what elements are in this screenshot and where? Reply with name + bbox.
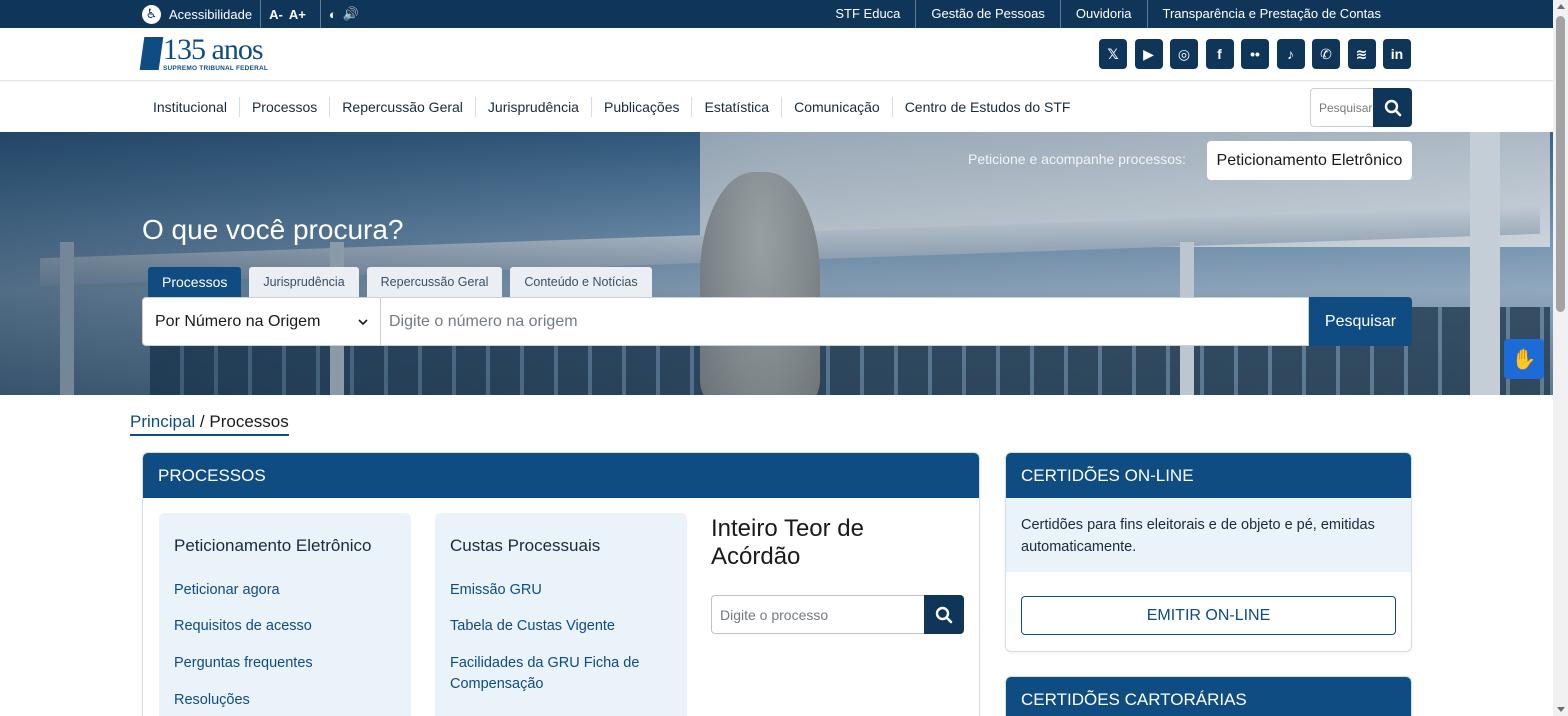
hero-title: O que você procura? — [142, 214, 404, 245]
search-icon — [1384, 99, 1401, 116]
nav-publicacoes[interactable]: Publicações — [590, 97, 692, 117]
sign-language-icon[interactable]: ✋ — [1504, 339, 1544, 379]
nav-centro-estudos[interactable]: Centro de Estudos do STF — [891, 97, 1083, 117]
top-bar: ♿ Acessibilidade A- A+ ◐ 🔊 STF Educa Ges… — [0, 0, 1553, 28]
scroll-down-icon[interactable] — [1557, 707, 1565, 712]
nav-search-input[interactable]: Pesquisar — [1310, 88, 1373, 127]
tab-processos[interactable]: Processos — [148, 267, 242, 297]
breadcrumb-separator: / — [195, 412, 210, 431]
divider — [319, 0, 321, 28]
scrollbar-thumb[interactable] — [1556, 16, 1565, 312]
peticionamento-button[interactable]: Peticionamento Eletrônico — [1207, 141, 1412, 180]
top-links: STF Educa Gestão de Pessoas Ouvidoria Tr… — [820, 0, 1396, 28]
instagram-icon[interactable]: ◎ — [1170, 39, 1198, 69]
accessibility-link[interactable]: Acessibilidade — [169, 7, 252, 22]
search-tabs: Processos Jurisprudência Repercussão Ger… — [148, 267, 660, 297]
spotify-icon[interactable]: ≋ — [1347, 39, 1376, 69]
whatsapp-icon[interactable]: ✆ — [1312, 39, 1340, 69]
nav-repercussao-geral[interactable]: Repercussão Geral — [329, 97, 475, 117]
breadcrumb-home[interactable]: Principal — [130, 412, 195, 431]
processos-title: PROCESSOS — [143, 453, 979, 498]
teor-search-button[interactable] — [924, 595, 964, 634]
peticionamento-heading: Peticionamento Eletrônico — [174, 536, 372, 555]
custas-panel: Custas Processuais Emissão GRU Tabela de… — [435, 513, 687, 716]
nav-jurisprudencia[interactable]: Jurisprudência — [474, 97, 591, 117]
contrast-icon[interactable]: ◐ — [329, 7, 337, 22]
tiktok-icon[interactable]: ♪ — [1276, 39, 1305, 69]
link-peticionar-agora[interactable]: Peticionar agora — [174, 580, 280, 601]
cartorarias-title: CERTIDÕES CARTORÁRIAS — [1006, 677, 1411, 716]
search-input[interactable]: Digite o número na origem — [381, 297, 1309, 346]
chevron-down-icon — [358, 318, 368, 325]
scroll-up-icon[interactable] — [1557, 4, 1565, 9]
nav-comunicacao[interactable]: Comunicação — [781, 97, 892, 117]
hero-search: Por Número na Origem Digite o número na … — [142, 297, 1412, 346]
x-icon[interactable]: 𝕏 — [1099, 39, 1127, 69]
stf-logo[interactable]: 135 anos SUPREMO TRIBUNAL FEDERAL — [139, 33, 269, 72]
peticionamento-panel: Peticionamento Eletrônico Peticionar ago… — [159, 513, 411, 716]
search-button[interactable]: Pesquisar — [1309, 297, 1412, 346]
tab-jurisprudencia[interactable]: Jurisprudência — [249, 267, 359, 297]
tab-conteudo-noticias[interactable]: Conteúdo e Notícias — [510, 267, 652, 297]
custas-heading: Custas Processuais — [450, 536, 601, 555]
social-links: 𝕏 ▶ ◎ f •• ♪ ✆ ≋ in — [1099, 39, 1419, 69]
link-requisitos-acesso[interactable]: Requisitos de acesso — [174, 616, 312, 637]
logo-subtitle: SUPREMO TRIBUNAL FEDERAL — [163, 65, 269, 72]
search-type-select[interactable]: Por Número na Origem — [142, 297, 381, 346]
divider — [260, 0, 262, 28]
font-decrease-button[interactable]: A- — [269, 7, 283, 22]
facebook-icon[interactable]: f — [1205, 39, 1234, 69]
nav-search: Pesquisar — [1310, 88, 1412, 127]
link-stf-educa[interactable]: STF Educa — [820, 0, 915, 28]
teor-search-input[interactable]: Digite o processo — [711, 595, 924, 634]
header: 135 anos SUPREMO TRIBUNAL FEDERAL 𝕏 ▶ ◎ f ••… — [0, 28, 1553, 81]
link-perguntas-frequentes[interactable]: Perguntas frequentes — [174, 653, 313, 674]
logo-title: 135 anos — [163, 33, 264, 66]
certidoes-description: Certidões para fins eleitorais e de obje… — [1006, 498, 1411, 572]
nav-institucional[interactable]: Institucional — [142, 97, 239, 117]
processos-card: PROCESSOS Peticionamento Eletrônico Peti… — [142, 452, 980, 716]
teor-search: Digite o processo — [711, 595, 964, 634]
teor-heading: Inteiro Teor de Acórdão — [711, 515, 864, 570]
peticione-text: Peticione e acompanhe processos: — [968, 151, 1186, 167]
youtube-icon[interactable]: ▶ — [1134, 39, 1163, 69]
breadcrumb-current: Processos — [209, 412, 289, 431]
link-ouvidoria[interactable]: Ouvidoria — [1059, 0, 1147, 28]
emitir-online-button[interactable]: EMITIR ON-LINE — [1021, 596, 1396, 635]
link-facilidades-gru[interactable]: Facilidades da GRU Ficha de Compensação — [450, 653, 660, 695]
link-emissao-gru[interactable]: Emissão GRU — [450, 580, 542, 601]
linkedin-icon[interactable]: in — [1383, 39, 1411, 69]
hero: Peticione e acompanhe processos: Peticio… — [0, 132, 1553, 395]
breadcrumb: Principal / Processos — [130, 412, 289, 436]
certidoes-title: CERTIDÕES ON-LINE — [1006, 453, 1411, 498]
nav-processos[interactable]: Processos — [238, 97, 329, 117]
search-type-value: Por Número na Origem — [155, 312, 321, 330]
link-tabela-custas[interactable]: Tabela de Custas Vigente — [450, 616, 615, 637]
search-icon — [935, 606, 953, 623]
font-increase-button[interactable]: A+ — [289, 7, 306, 22]
page: ♿ Acessibilidade A- A+ ◐ 🔊 STF Educa Ges… — [0, 0, 1568, 716]
audio-icon[interactable]: 🔊 — [343, 6, 359, 22]
logo-mark-icon — [139, 37, 164, 70]
nav-search-button[interactable] — [1373, 88, 1412, 127]
scrollbar[interactable] — [1553, 0, 1568, 716]
certidoes-card: CERTIDÕES ON-LINE Certidões para fins el… — [1005, 452, 1412, 652]
link-gestao-pessoas[interactable]: Gestão de Pessoas — [915, 0, 1059, 28]
link-transparencia[interactable]: Transparência e Prestação de Contas — [1146, 0, 1396, 28]
main-nav: Institucional Processos Repercussão Gera… — [0, 82, 1553, 132]
nav-estatistica[interactable]: Estatística — [691, 97, 781, 117]
flickr-icon[interactable]: •• — [1241, 39, 1269, 69]
tab-repercussao-geral[interactable]: Repercussão Geral — [366, 267, 503, 297]
accessibility-icon[interactable]: ♿ — [142, 4, 161, 24]
cartorarias-card: CERTIDÕES CARTORÁRIAS — [1005, 676, 1412, 716]
accessibility-bar: ♿ Acessibilidade A- A+ ◐ 🔊 — [142, 0, 365, 28]
link-resolucoes[interactable]: Resoluções — [174, 690, 250, 711]
